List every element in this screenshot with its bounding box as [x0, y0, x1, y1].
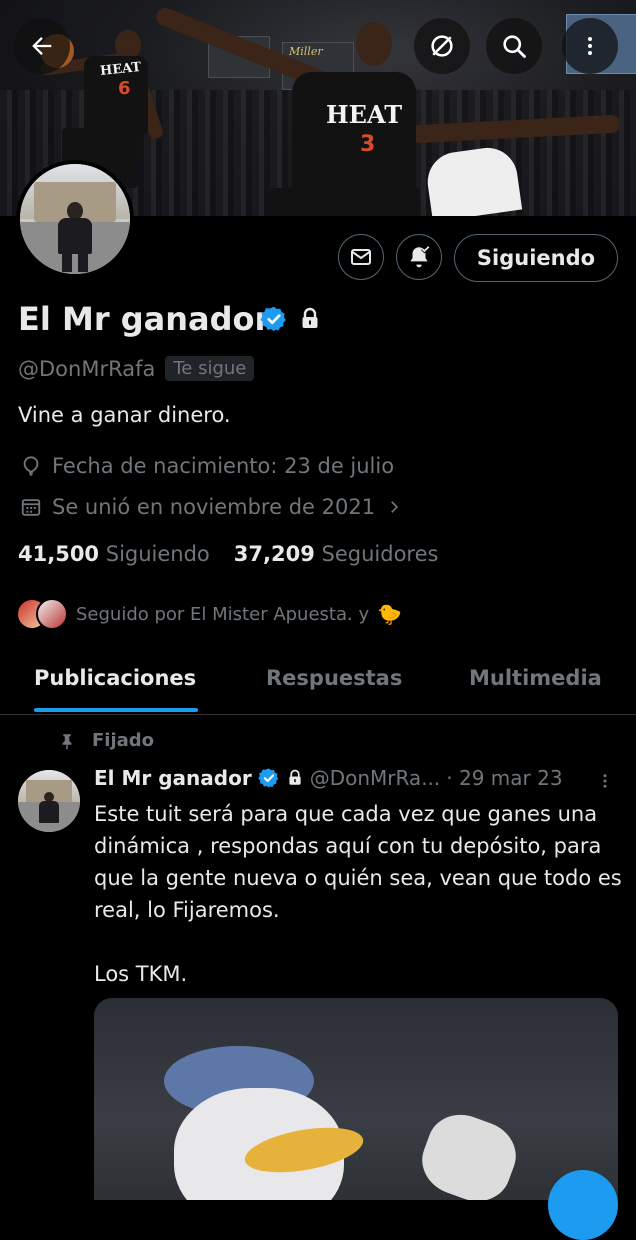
search-button[interactable] — [486, 18, 542, 74]
followers-count: 37,209 — [233, 542, 315, 566]
search-icon — [503, 35, 526, 58]
birthday-row: Fecha de nacimiento: 23 de julio — [20, 454, 394, 478]
followed-by-avatars — [16, 598, 68, 630]
profile-handle: @DonMrRafa — [18, 356, 156, 381]
message-button[interactable] — [338, 234, 384, 280]
follow-counts: 41,500 Siguiendo 37,209 Seguidores — [18, 542, 438, 566]
display-name: El Mr ganador — [18, 300, 271, 338]
calendar-icon — [21, 499, 41, 516]
pinned-label: Fijado — [92, 730, 155, 751]
pinned-indicator: Fijado — [58, 730, 154, 751]
following-label: Siguiendo — [105, 542, 210, 566]
banner-ad-text: Miller — [289, 45, 323, 58]
grok-button[interactable] — [414, 18, 470, 74]
follows-you-badge: Te sigue — [165, 356, 255, 381]
jersey-left-number: 6 — [118, 78, 131, 99]
active-tab-indicator — [34, 708, 198, 712]
verified-badge-icon — [257, 768, 278, 788]
tab-publicaciones[interactable]: Publicaciones — [34, 666, 196, 690]
tweet-avatar[interactable] — [18, 770, 80, 832]
more-button[interactable] — [562, 18, 618, 74]
tab-multimedia[interactable]: Multimedia — [469, 666, 602, 690]
jersey-right-number: 3 — [360, 132, 376, 157]
following-button[interactable]: Siguiendo — [454, 234, 618, 282]
followers-label: Seguidores — [321, 542, 439, 566]
chevron-right-icon — [391, 501, 399, 513]
handle-row: @DonMrRafa Te sigue — [18, 356, 255, 381]
mini-avatar — [36, 598, 68, 630]
joined-row[interactable]: Se unió en noviembre de 2021 — [20, 495, 403, 519]
tweet-header: El Mr ganador @DonMrRa... · 29 mar 23 — [94, 766, 563, 790]
tab-respuestas[interactable]: Respuestas — [266, 666, 402, 690]
tweet-author-handle: @DonMrRa... — [309, 766, 441, 790]
name-badges — [260, 305, 322, 333]
jersey-right-text: HEAT — [326, 100, 403, 129]
followed-by-row[interactable]: Seguido por El Mister Apuesta. y 🐤 — [16, 598, 402, 630]
envelope-icon — [351, 249, 371, 265]
tweet-media-image[interactable] — [94, 998, 618, 1200]
following-count: 41,500 — [18, 542, 100, 566]
joined-text: Se unió en noviembre de 2021 — [52, 495, 376, 519]
balloon-icon — [23, 456, 39, 476]
slash-circle-icon — [431, 35, 453, 57]
arrow-left-icon — [32, 37, 52, 55]
notifications-button[interactable] — [396, 234, 442, 280]
media-hand — [413, 1105, 525, 1200]
followed-by-text: Seguido por El Mister Apuesta. y — [76, 603, 370, 625]
birthday-text: Fecha de nacimiento: 23 de julio — [52, 454, 395, 478]
profile-avatar[interactable] — [16, 160, 134, 278]
lock-icon — [302, 307, 318, 328]
lock-icon — [289, 769, 301, 785]
followers-link[interactable]: 37,209 Seguidores — [234, 542, 439, 566]
followed-by-emoji: 🐤 — [377, 602, 403, 626]
pin-icon — [62, 733, 72, 749]
tabs-divider — [0, 714, 636, 715]
verified-badge-icon[interactable] — [260, 305, 288, 333]
more-vertical-icon — [588, 37, 592, 55]
tweet-more-button[interactable] — [596, 768, 614, 798]
profile-bio: Vine a ganar dinero. — [18, 403, 231, 427]
compose-post-button[interactable] — [548, 1170, 618, 1240]
bell-check-icon — [410, 245, 430, 268]
tweet-date[interactable]: · 29 mar 23 — [446, 766, 562, 790]
following-link[interactable]: 41,500 Siguiendo — [18, 542, 210, 566]
more-vertical-icon — [603, 774, 607, 788]
tweet-text: Este tuit será para que cada vez que gan… — [94, 802, 622, 986]
tweet-author-name[interactable]: El Mr ganador — [94, 766, 252, 790]
back-button[interactable] — [14, 18, 70, 74]
